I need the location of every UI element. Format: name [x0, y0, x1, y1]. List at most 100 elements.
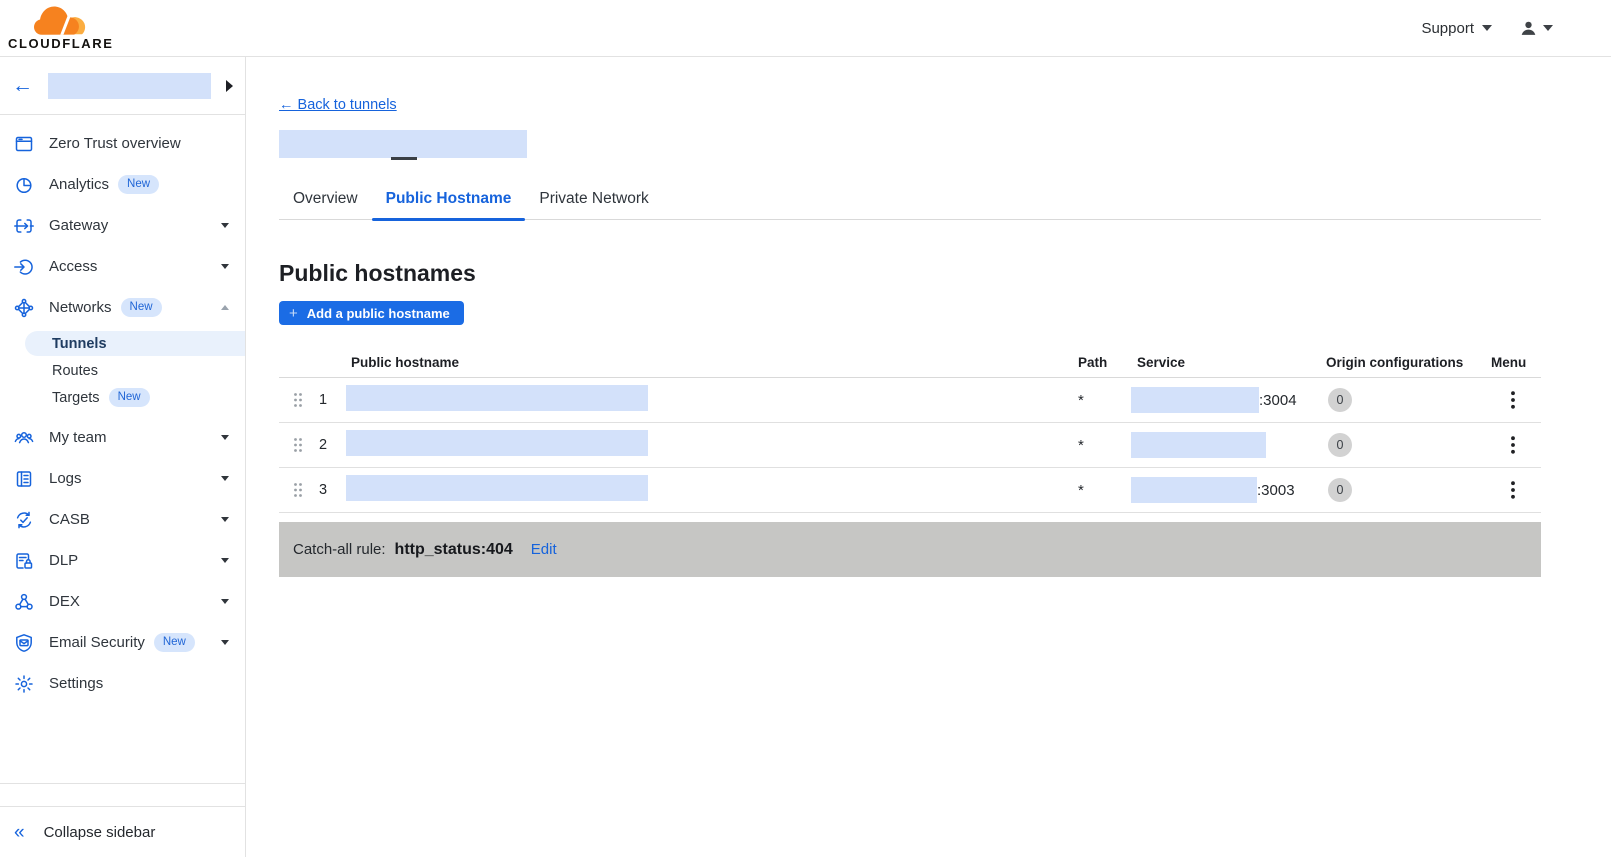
chevron-down-icon [221, 435, 229, 440]
sidebar-item-dlp[interactable]: DLP [0, 540, 245, 581]
drag-handle-icon[interactable] [279, 392, 319, 408]
back-to-tunnels-link[interactable]: ← Back to tunnels [279, 97, 397, 113]
column-header-service: Service [1137, 355, 1186, 370]
row-menu-button[interactable] [1503, 476, 1523, 504]
back-arrow-icon[interactable]: ← [12, 75, 33, 96]
redacted-hostname [346, 384, 648, 411]
topbar: CLOUDFLARE Support [0, 0, 1611, 57]
tab-public-hostname[interactable]: Public Hostname [371, 190, 526, 221]
sidebar-item-email-security[interactable]: Email Security New [0, 622, 245, 663]
add-public-hostname-button[interactable]: + Add a public hostname [279, 301, 464, 325]
sidebar-item-routes[interactable]: Routes [0, 357, 245, 384]
new-badge: New [118, 174, 160, 195]
path-value: * [1078, 436, 1084, 454]
logs-icon [14, 469, 34, 489]
table-row: 3 * :3003 0 [279, 468, 1541, 513]
sidebar-item-networks[interactable]: Networks New [0, 287, 245, 328]
sidebar-item-label: DEX [49, 593, 80, 610]
sidebar-item-gateway[interactable]: Gateway [0, 205, 245, 246]
column-header-public-hostname: Public hostname [351, 355, 460, 370]
row-index: 2 [319, 437, 328, 453]
column-header-origin-configurations: Origin configurations [1326, 355, 1464, 370]
drag-handle-icon[interactable] [279, 437, 319, 453]
sidebar-item-label: Access [49, 258, 98, 275]
sidebar-item-label: Analytics [49, 176, 110, 193]
sidebar-item-analytics[interactable]: Analytics New [0, 164, 245, 205]
chevron-down-icon [221, 640, 229, 645]
row-index: 1 [319, 392, 328, 408]
drag-handle-icon[interactable] [279, 482, 319, 498]
add-public-hostname-label: Add a public hostname [306, 305, 450, 321]
sidebar-nav: Zero Trust overview Analytics New Gatewa… [0, 115, 245, 784]
sidebar-item-label: DLP [49, 552, 79, 569]
path-value: * [1078, 391, 1084, 409]
sidebar-item-label: Targets [52, 389, 100, 406]
new-badge: New [120, 297, 162, 318]
chevron-down-icon [221, 223, 229, 228]
sidebar-item-targets[interactable]: Targets New [0, 384, 245, 411]
pie-chart-icon [14, 175, 34, 195]
origin-config-count-badge: 0 [1328, 478, 1352, 502]
chevron-down-icon [221, 517, 229, 522]
chevron-down-icon [221, 599, 229, 604]
sidebar-item-label: My team [49, 429, 107, 446]
service-port: :3004 [1259, 391, 1297, 409]
collapse-sidebar-label: Collapse sidebar [43, 823, 156, 841]
column-header-path: Path [1078, 355, 1108, 370]
page-title: Public hostnames [279, 260, 476, 286]
team-icon [14, 428, 34, 448]
dlp-lock-icon [14, 551, 34, 571]
tunnel-name-underscore [391, 157, 417, 160]
cloudflare-cloud-icon [33, 6, 88, 36]
origin-config-count-badge: 0 [1328, 433, 1352, 457]
sidebar-item-label: Gateway [49, 217, 109, 234]
edit-catch-all-link[interactable]: Edit [531, 541, 557, 558]
window-icon [14, 134, 34, 154]
tab-bar: Overview Public Hostname Private Network [279, 190, 1541, 221]
gear-icon [14, 674, 34, 694]
sidebar-item-casb[interactable]: CASB [0, 499, 245, 540]
sidebar-item-label: Networks [49, 299, 112, 316]
catch-all-rule-bar: Catch-all rule: http_status:404 Edit [279, 522, 1541, 577]
support-label: Support [1421, 19, 1474, 37]
tab-private-network[interactable]: Private Network [525, 190, 662, 219]
access-icon [14, 257, 34, 277]
redacted-service [1131, 387, 1259, 413]
redacted-service [1131, 432, 1266, 458]
sidebar-item-label: Routes [52, 362, 98, 379]
tab-overview[interactable]: Overview [279, 190, 372, 219]
expand-triangle-icon[interactable] [226, 79, 233, 92]
sidebar-item-access[interactable]: Access [0, 246, 245, 287]
sidebar-item-label: Logs [49, 470, 82, 487]
table-row: 2 * 0 [279, 423, 1541, 468]
collapse-sidebar-button[interactable]: « Collapse sidebar [0, 806, 245, 857]
user-menu[interactable] [1520, 20, 1553, 37]
redacted-tunnel-name [279, 130, 527, 158]
gateway-icon [14, 216, 34, 236]
sidebar-item-tunnels[interactable]: Tunnels [25, 331, 245, 356]
networks-sub-menu: Tunnels Routes Targets New [0, 328, 245, 417]
redacted-hostname [346, 429, 648, 456]
chevron-down-icon [1543, 25, 1553, 31]
chevron-up-icon [221, 305, 229, 310]
row-menu-button[interactable] [1503, 386, 1523, 414]
path-value: * [1078, 481, 1084, 499]
chevron-down-icon [221, 558, 229, 563]
new-badge: New [153, 632, 195, 653]
plus-icon: + [289, 304, 298, 322]
support-menu[interactable]: Support [1421, 20, 1492, 37]
redacted-account-name [48, 72, 211, 99]
row-index: 3 [319, 482, 328, 498]
sidebar-item-zero-trust-overview[interactable]: Zero Trust overview [0, 123, 245, 164]
sidebar-item-settings[interactable]: Settings [0, 663, 245, 704]
cloudflare-logo[interactable]: CLOUDFLARE [8, 6, 114, 50]
row-menu-button[interactable] [1503, 431, 1523, 459]
sidebar-item-logs[interactable]: Logs [0, 458, 245, 499]
sidebar-item-my-team[interactable]: My team [0, 417, 245, 458]
chevron-down-icon [221, 264, 229, 269]
column-header-menu: Menu [1491, 355, 1527, 370]
catch-all-rule-label: Catch-all rule: [293, 541, 386, 558]
sidebar-item-dex[interactable]: DEX [0, 581, 245, 622]
casb-sync-icon [14, 510, 34, 530]
